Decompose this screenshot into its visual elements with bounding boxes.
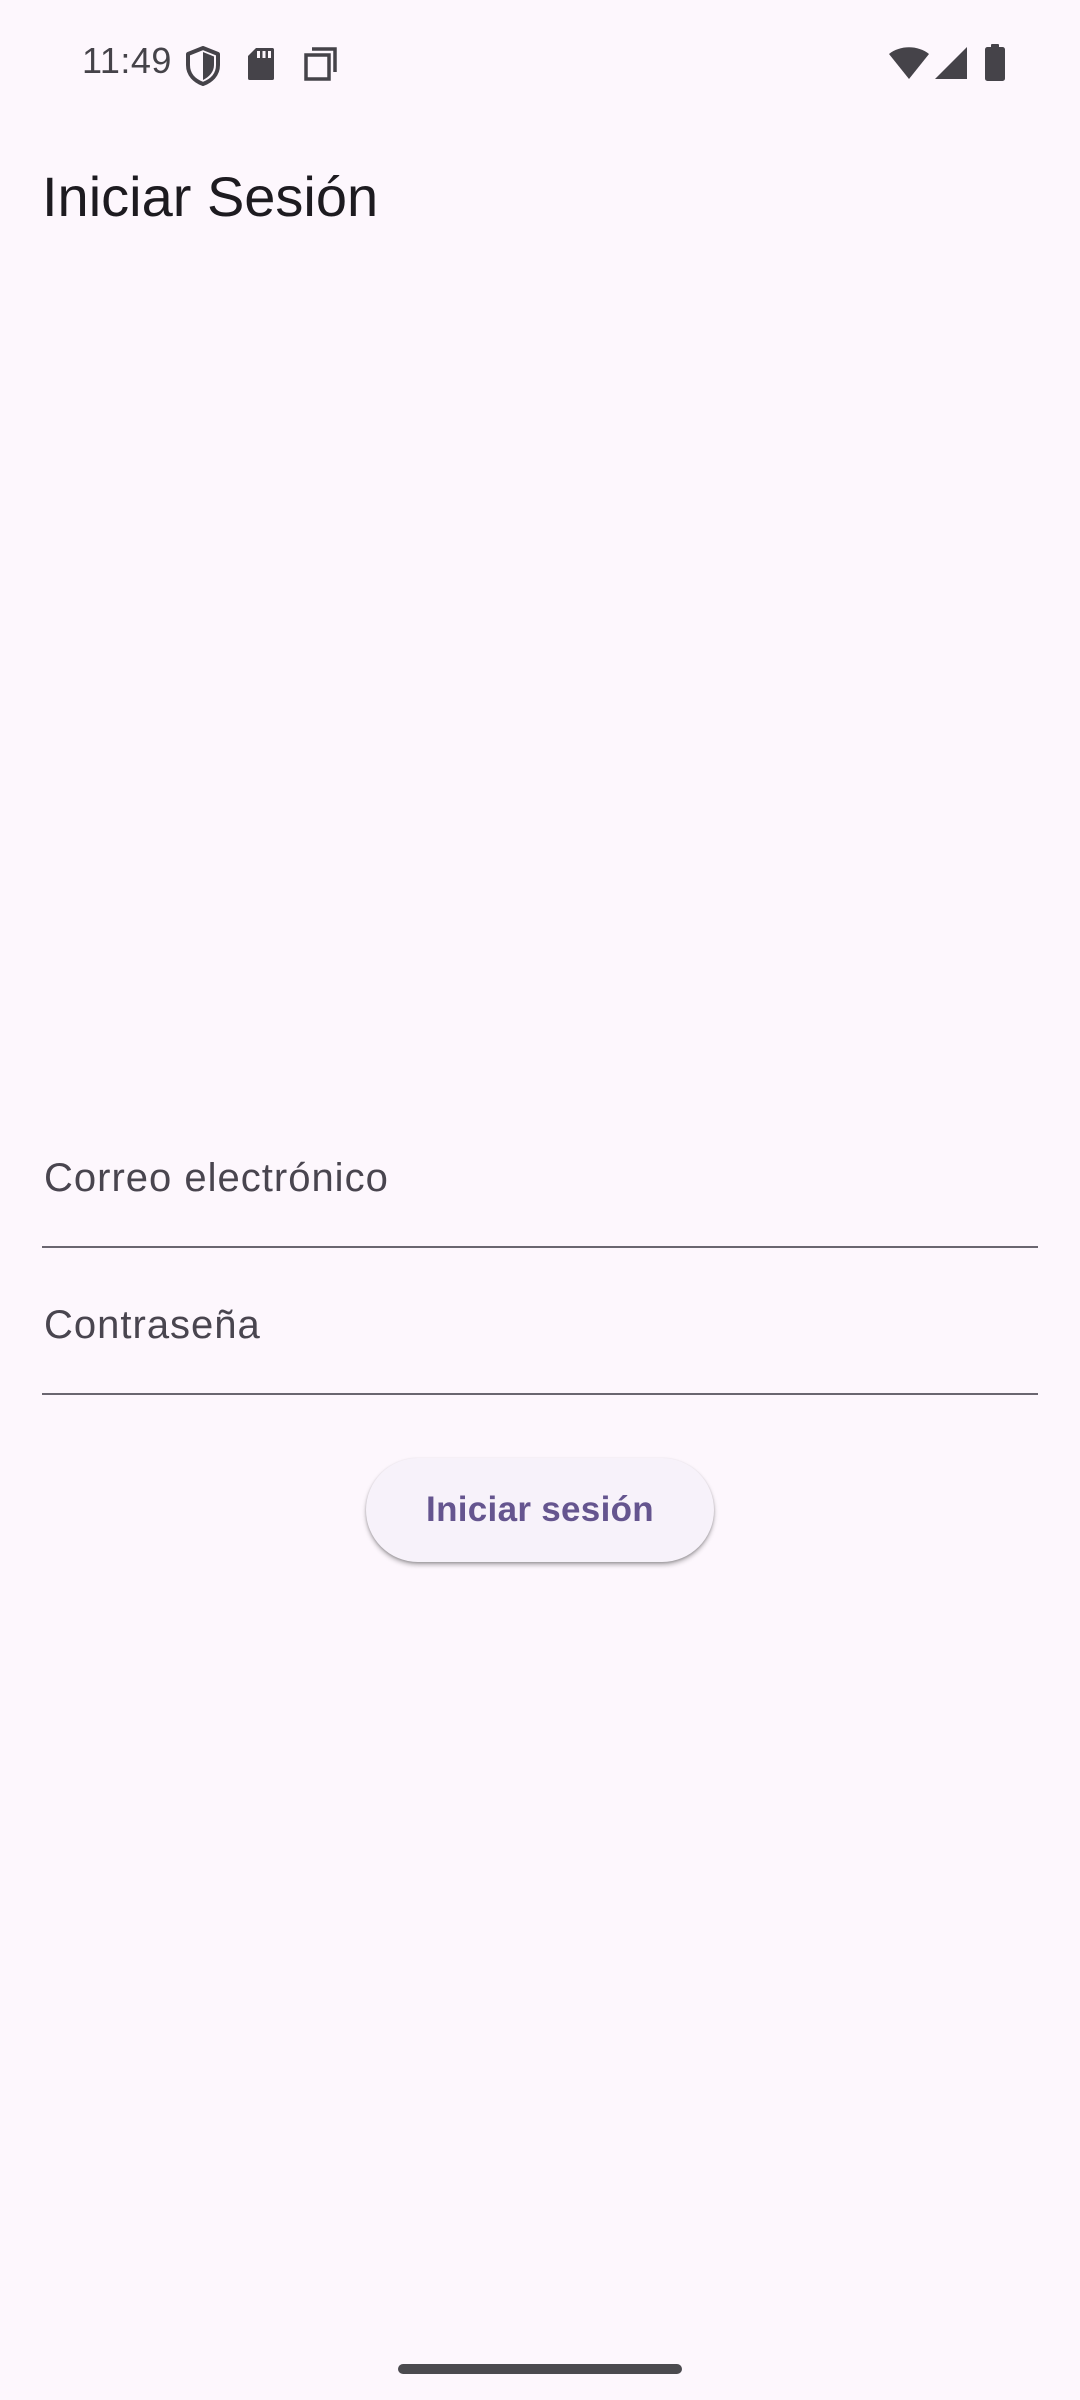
email-input[interactable] xyxy=(42,1136,1038,1246)
wifi-icon xyxy=(889,47,929,79)
status-time: 11:49 xyxy=(82,40,172,81)
password-field[interactable]: Contraseña xyxy=(42,1283,1038,1395)
battery-icon xyxy=(985,44,1005,81)
password-input[interactable] xyxy=(42,1283,1038,1393)
sd-card-icon xyxy=(248,48,274,80)
home-gesture-bar[interactable] xyxy=(398,2364,682,2374)
shield-icon xyxy=(186,46,220,86)
screenshot-icon xyxy=(304,47,337,81)
page-title: Iniciar Sesión xyxy=(42,165,379,228)
cellular-signal-icon xyxy=(935,47,967,79)
email-field[interactable]: Correo electrónico xyxy=(42,1136,1038,1248)
login-button[interactable]: Iniciar sesión xyxy=(366,1458,714,1562)
status-bar: 11:49 xyxy=(0,0,1080,128)
